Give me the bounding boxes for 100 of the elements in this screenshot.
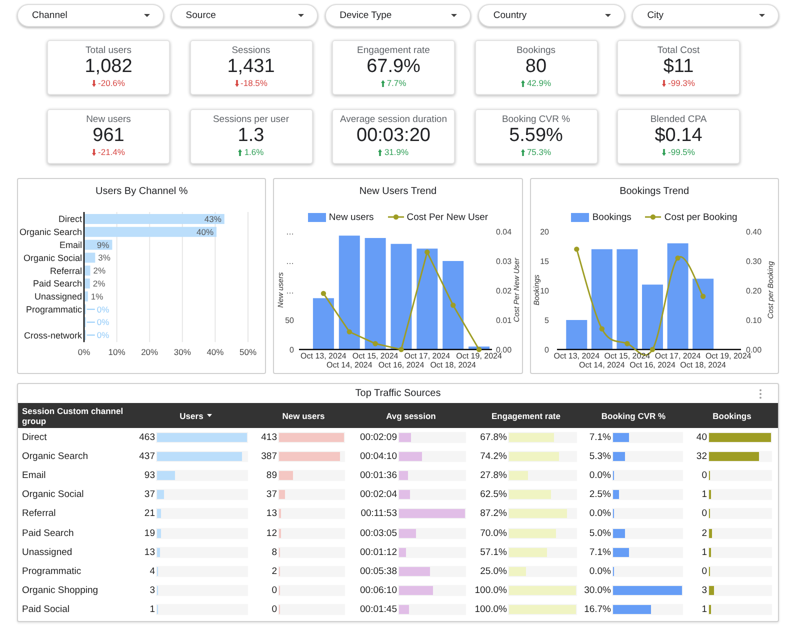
chart-title: New Users Trend [359,186,437,197]
kpi-value: 1,082 [84,57,132,77]
table-cell: 1 [702,489,707,500]
axis-tick-label: 5 [544,316,549,325]
filter-dropdown[interactable]: Source [170,4,318,27]
filter-dropdown[interactable]: City [632,4,779,27]
table-cell: 0 [272,604,277,615]
table-cell: 32 [696,451,707,462]
data-point [424,250,430,255]
chart-title: Users By Channel % [96,186,188,197]
column-header[interactable]: Avg session [386,410,436,420]
bar-value-label: 1% [90,291,104,302]
axis-tick-label: Oct 17, 2024 [654,352,700,360]
table-cell: 5.3% [589,451,611,462]
kpi-label: Average session duration [340,114,448,126]
chart-bar [84,278,90,288]
kpi-change: -20.6% [98,78,125,89]
table-cell: 8 [272,546,277,558]
axis-tick-label: 50 [285,316,294,325]
data-point [624,341,630,346]
data-point [373,341,378,346]
axis-tick-label: 10% [108,347,126,358]
table-cell: 1 [702,546,707,558]
kpi-value: 1,431 [227,57,275,77]
axis-tick-label: Oct 14, 2024 [578,360,624,370]
chart-bar [84,291,88,302]
axis-tick-label: 10 [540,286,549,296]
axis-tick-label: Oct 15, 2024 [604,352,650,360]
more-options-icon[interactable] [759,388,762,398]
kpi-change: -18.5% [240,78,268,89]
legend-label: Cost per Booking [664,212,738,222]
table-cell: 0.0% [589,508,611,520]
leader-line [86,322,96,323]
column-header[interactable]: Users [180,410,212,420]
category-label: Cross-network [24,330,82,340]
data-point [321,290,326,296]
caret-icon [605,14,612,17]
column-header[interactable]: New users [282,410,325,420]
table-title: Top Traffic Sources [355,388,441,399]
kpi-label: Sessions per user [212,114,290,126]
table-cell: 0 [702,508,707,520]
kpi-value: $0.14 [654,126,702,146]
axis-tick-label: 0.03 [496,257,512,266]
axis-tick-label: Oct 13, 2024 [300,352,347,360]
data-point [398,346,404,352]
kpi-value: 5.59% [509,126,563,146]
axis-tick-label: Oct 13, 2024 [553,352,600,360]
kpi-label: Sessions [232,45,270,57]
table-cell: 0 [272,584,277,596]
kpi-change: 42.9% [526,78,552,89]
category-label: Paid Search [32,278,82,289]
bar-value-label: 9% [96,240,110,250]
axis-tick-label: Oct 17, 2024 [404,352,450,360]
table-cell: 00:02:09 [360,432,397,444]
filter-dropdown[interactable]: Channel [17,4,164,27]
bar-value-label: 43% [204,214,222,224]
table-cell: 00:02:04 [360,489,397,500]
table-cell: 62.5% [480,489,507,500]
table-cell: Referral [22,508,56,520]
data-point [347,329,352,334]
category-label: Unassigned [34,292,82,302]
table-cell: 463 [139,432,155,444]
chart-title: Bookings Trend [620,186,690,197]
table-cell: 74.2% [480,451,507,462]
leader-line [86,308,96,310]
category-label: Organic Social [23,252,82,263]
table-cell: 13 [266,508,277,520]
table-cell: 00:06:10 [360,584,397,596]
table-cell: 89 [266,470,277,482]
table-cell: Programmatic [22,566,82,577]
axis-tick-label: Oct 16, 2024 [629,360,676,370]
filter-dropdown[interactable]: Country [478,4,626,27]
chart-bar [84,240,112,250]
axis-tick-label: Oct 14, 2024 [326,360,373,370]
table-cell: 00:05:38 [360,566,397,577]
kpi-label: Blended CPA [650,114,707,126]
axis-tick-label: 20% [141,347,158,358]
table-cell: 70.0% [480,528,507,539]
column-header[interactable]: Bookings [712,410,752,420]
category-label: Direct [58,214,82,224]
caret-icon [144,14,150,17]
kpi-value: 961 [92,126,124,146]
table-cell: 5.0% [589,528,611,539]
column-header[interactable]: Engagement rate [492,410,560,420]
data-point [650,346,655,352]
column-header[interactable]: Booking CVR % [601,410,666,420]
axis-tick-label: Oct 18, 2024 [680,360,726,370]
kpi-change: 75.3% [526,147,552,158]
bar-value-label: 0% [96,317,110,328]
data-point [574,246,579,252]
table-cell: 37 [266,489,277,500]
axis-tick-label: 50% [240,347,256,358]
table-cell: 0 [702,470,707,482]
table-cell: 3 [702,584,707,596]
kpi-change: 31.9% [384,147,409,158]
filter-dropdown[interactable]: Device Type [324,4,472,27]
column-header[interactable]: Session Custom channel group [22,406,130,426]
bar-value-label: 0% [96,304,110,314]
chart-bar [642,284,663,350]
kpi-change: 7.7% [386,78,406,89]
